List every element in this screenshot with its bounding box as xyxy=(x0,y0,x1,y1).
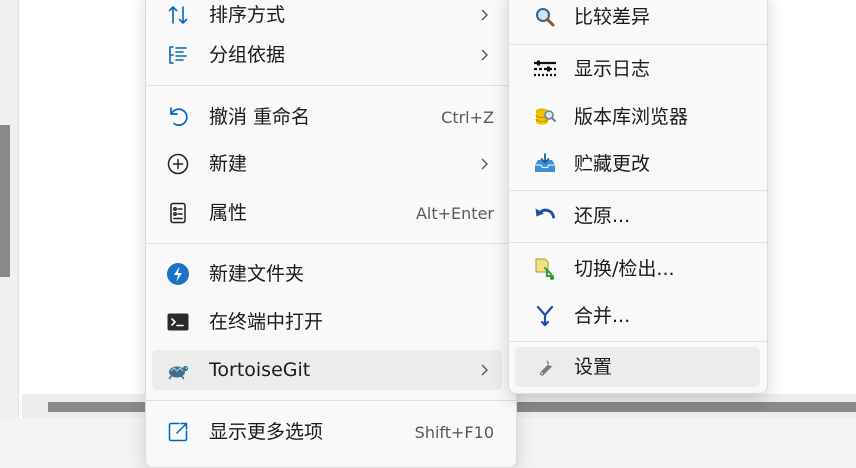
submenu-item-merge[interactable]: 合并... xyxy=(515,296,760,336)
sort-icon xyxy=(166,3,190,27)
menu-item-properties[interactable]: 属性 Alt+Enter xyxy=(152,193,502,233)
revert-icon xyxy=(533,204,557,228)
menu-item-label: 显示更多选项 xyxy=(209,421,324,443)
switch-checkout-icon xyxy=(533,257,557,281)
submenu-item-label: 切换/检出... xyxy=(574,258,675,280)
menu-item-new[interactable]: 新建 xyxy=(152,144,502,184)
group-by-icon xyxy=(166,43,190,67)
menu-item-group-by[interactable]: 分组依据 xyxy=(152,35,502,75)
menu-separator xyxy=(509,190,767,191)
terminal-icon xyxy=(166,310,190,334)
show-more-icon xyxy=(166,420,190,444)
chevron-right-icon xyxy=(481,364,488,376)
submenu-item-switch-checkout[interactable]: 切换/检出... xyxy=(515,249,760,289)
shortcut-text: Shift+F10 xyxy=(414,423,494,442)
menu-separator xyxy=(509,242,767,243)
menu-item-label: 在终端中打开 xyxy=(209,311,324,333)
chevron-right-icon xyxy=(481,158,488,170)
submenu-item-label: 版本库浏览器 xyxy=(574,106,689,128)
submenu-item-stash[interactable]: 贮藏更改 xyxy=(515,144,760,184)
menu-item-label: 分组依据 xyxy=(209,44,286,66)
submenu-item-label: 比较差异 xyxy=(574,6,651,28)
menu-item-tortoisegit[interactable]: TortoiseGit xyxy=(152,350,502,390)
merge-icon xyxy=(533,304,557,328)
menu-separator xyxy=(146,400,516,401)
submenu-item-label: 贮藏更改 xyxy=(574,153,651,175)
shortcut-text: Ctrl+Z xyxy=(441,108,494,127)
submenu-item-label: 显示日志 xyxy=(574,58,651,80)
submenu-item-label: 还原... xyxy=(574,205,631,227)
submenu-item-label: 设置 xyxy=(574,356,613,378)
undo-icon xyxy=(166,105,190,129)
menu-separator xyxy=(509,44,767,45)
menu-item-new-folder[interactable]: 新建文件夹 xyxy=(152,254,502,294)
menu-item-sort-by[interactable]: 排序方式 xyxy=(152,0,502,35)
menu-item-undo-rename[interactable]: 撤消 重命名 Ctrl+Z xyxy=(152,97,502,137)
chevron-right-icon xyxy=(481,49,488,61)
menu-item-label: 新建 xyxy=(209,153,248,175)
submenu-item-settings[interactable]: 设置 xyxy=(515,347,760,387)
menu-item-label: 新建文件夹 xyxy=(209,263,305,285)
stash-icon xyxy=(533,152,557,176)
show-log-icon xyxy=(533,57,557,81)
tortoisegit-icon xyxy=(166,358,190,382)
diff-magnifier-icon xyxy=(533,5,557,29)
vertical-scrollbar-thumb[interactable] xyxy=(0,125,10,277)
chevron-right-icon xyxy=(481,9,488,21)
wrench-settings-icon xyxy=(533,355,557,379)
submenu-item-diff[interactable]: 比较差异 xyxy=(515,0,760,37)
repo-browser-icon xyxy=(533,105,557,129)
submenu-item-show-log[interactable]: 显示日志 xyxy=(515,49,760,89)
menu-item-show-more-options[interactable]: 显示更多选项 Shift+F10 xyxy=(152,412,502,452)
menu-separator xyxy=(146,85,516,86)
submenu-item-label: 合并... xyxy=(574,305,631,327)
shortcut-text: Alt+Enter xyxy=(415,204,494,223)
menu-separator xyxy=(509,341,767,342)
tortoisegit-submenu: 比较差异 显示日志 版本库浏览器 贮藏更改 还原... 切换/检出... 合并.… xyxy=(508,0,768,394)
submenu-item-revert[interactable]: 还原... xyxy=(515,196,760,236)
properties-icon xyxy=(166,201,190,225)
menu-item-label: 属性 xyxy=(209,202,248,224)
menu-item-label: TortoiseGit xyxy=(209,359,311,381)
menu-item-label: 撤消 重命名 xyxy=(209,106,311,128)
menu-separator xyxy=(146,243,516,244)
menu-item-open-in-terminal[interactable]: 在终端中打开 xyxy=(152,302,502,342)
context-menu: 排序方式 分组依据 撤消 重命名 Ctrl+Z 新建 属性 Alt+Enter … xyxy=(145,0,517,468)
menu-item-label: 排序方式 xyxy=(209,4,286,26)
new-plus-icon xyxy=(166,152,190,176)
submenu-item-repo-browser[interactable]: 版本库浏览器 xyxy=(515,97,760,137)
new-folder-icon xyxy=(166,262,190,286)
